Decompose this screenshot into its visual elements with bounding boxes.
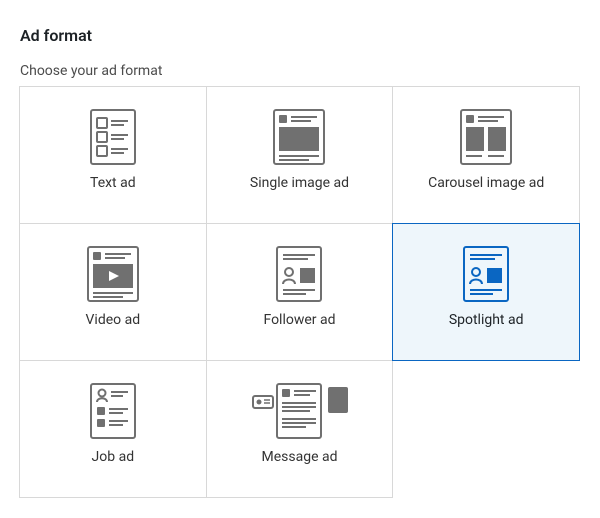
ad-format-option-carousel[interactable]: Carousel image ad (392, 86, 580, 224)
video-ad-icon (85, 242, 141, 306)
ad-format-label: Carousel image ad (428, 175, 544, 191)
ad-format-label: Text ad (90, 175, 136, 191)
ad-format-label: Message ad (262, 449, 338, 465)
ad-format-label: Job ad (92, 449, 135, 465)
ad-format-option-message[interactable]: Message ad (206, 360, 394, 498)
ad-format-option-follower[interactable]: Follower ad (206, 223, 394, 361)
ad-format-option-spotlight[interactable]: Spotlight ad (392, 223, 580, 361)
job-ad-icon (85, 379, 141, 443)
ad-format-grid: Text ad Single image ad (20, 87, 580, 498)
follower-ad-icon (271, 242, 327, 306)
ad-format-label: Video ad (86, 312, 141, 328)
section-title: Ad format (20, 26, 580, 45)
section-subtitle: Choose your ad format (20, 63, 580, 79)
id-card-icon (252, 395, 274, 411)
text-ad-icon (85, 105, 141, 169)
spotlight-ad-icon (458, 242, 514, 306)
ad-format-option-single-image[interactable]: Single image ad (206, 86, 394, 224)
ad-format-label: Single image ad (250, 175, 349, 191)
image-thumbnail-icon (328, 387, 348, 413)
carousel-ad-icon (458, 105, 514, 169)
ad-format-option-text[interactable]: Text ad (19, 86, 207, 224)
single-image-ad-icon (271, 105, 327, 169)
ad-format-label: Spotlight ad (449, 312, 524, 328)
ad-format-option-video[interactable]: Video ad (19, 223, 207, 361)
ad-format-label: Follower ad (263, 312, 335, 328)
message-ad-icon (254, 379, 344, 443)
ad-format-option-job[interactable]: Job ad (19, 360, 207, 498)
